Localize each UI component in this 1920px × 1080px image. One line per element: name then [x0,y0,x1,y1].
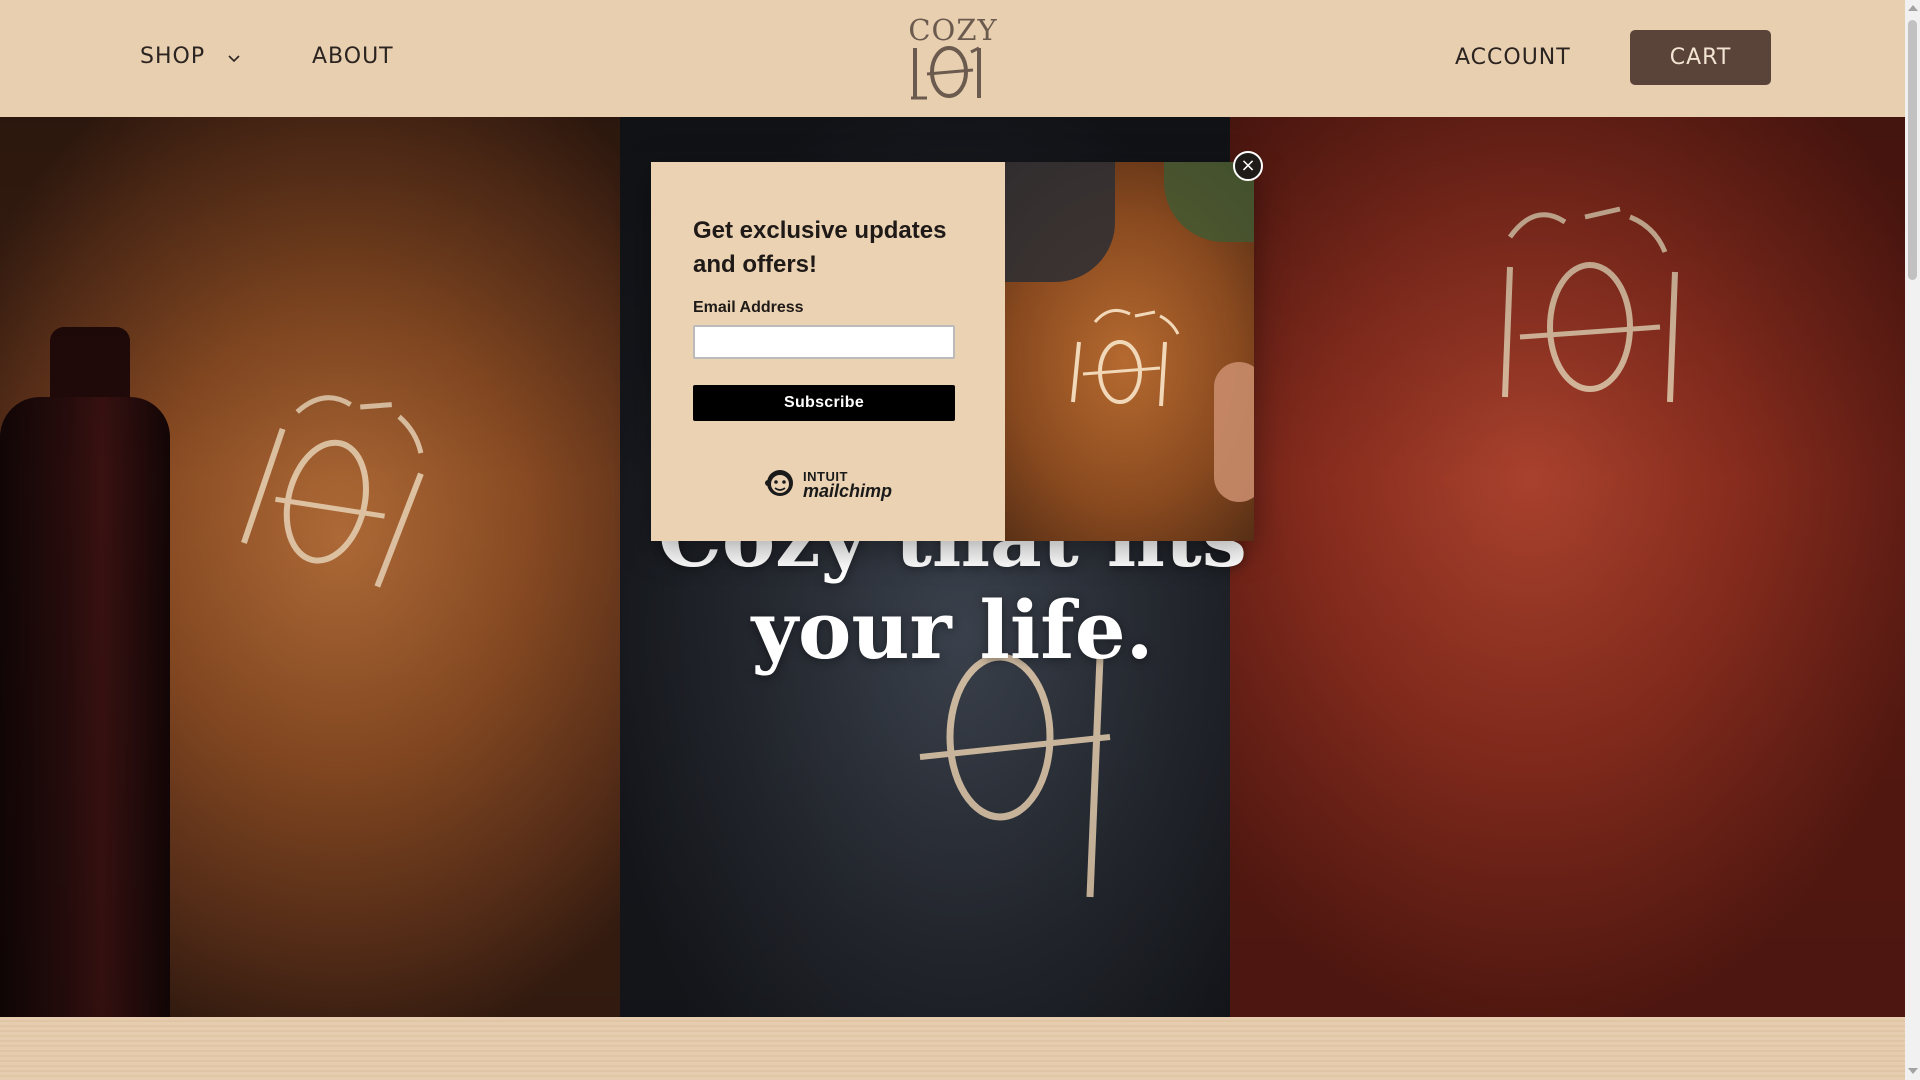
site-header: SHOP ABOUT COZY ACCOUNT CART [0,0,1905,117]
nav-shop[interactable]: SHOP [140,44,241,70]
subscribe-button[interactable]: Subscribe [693,385,955,421]
popup-title: Get exclusive updates and offers! [693,217,947,278]
mailchimp-wordmark: INTUIT mailchimp [803,470,893,501]
chevron-down-icon [227,45,241,70]
scroll-down-icon[interactable] [1908,1068,1918,1074]
hero-title-line2: your life. [751,583,1154,677]
page-scrollbar[interactable] [1905,0,1920,1080]
nav-about[interactable]: ABOUT [312,44,394,69]
mailchimp-badge-bottom: mailchimp [803,481,893,501]
scrollbar-thumb[interactable] [1908,20,1917,280]
mailchimp-badge[interactable]: INTUIT mailchimp [763,464,893,504]
textured-band [0,1017,1905,1080]
nav-account[interactable]: ACCOUNT [1455,45,1571,70]
popup-image-embroidery [1071,308,1180,407]
popup-image [1005,162,1254,541]
email-field[interactable] [693,325,955,359]
scroll-up-icon[interactable] [1908,5,1918,11]
popup-image-dark-robe [1005,162,1115,282]
newsletter-popup: Get exclusive updates and offers! Email … [651,162,1254,541]
popup-image-hand [1214,362,1254,502]
email-label: Email Address [693,299,804,316]
close-icon[interactable]: × [1233,151,1263,181]
mailchimp-logo-icon [763,465,797,504]
popup-form-panel: Get exclusive updates and offers! Email … [651,162,1005,541]
cart-button[interactable]: CART [1630,30,1771,85]
nav-shop-label: SHOP [140,44,206,69]
cozy101-logo[interactable]: COZY [905,12,1001,102]
logo-top-text: COZY [908,13,997,47]
